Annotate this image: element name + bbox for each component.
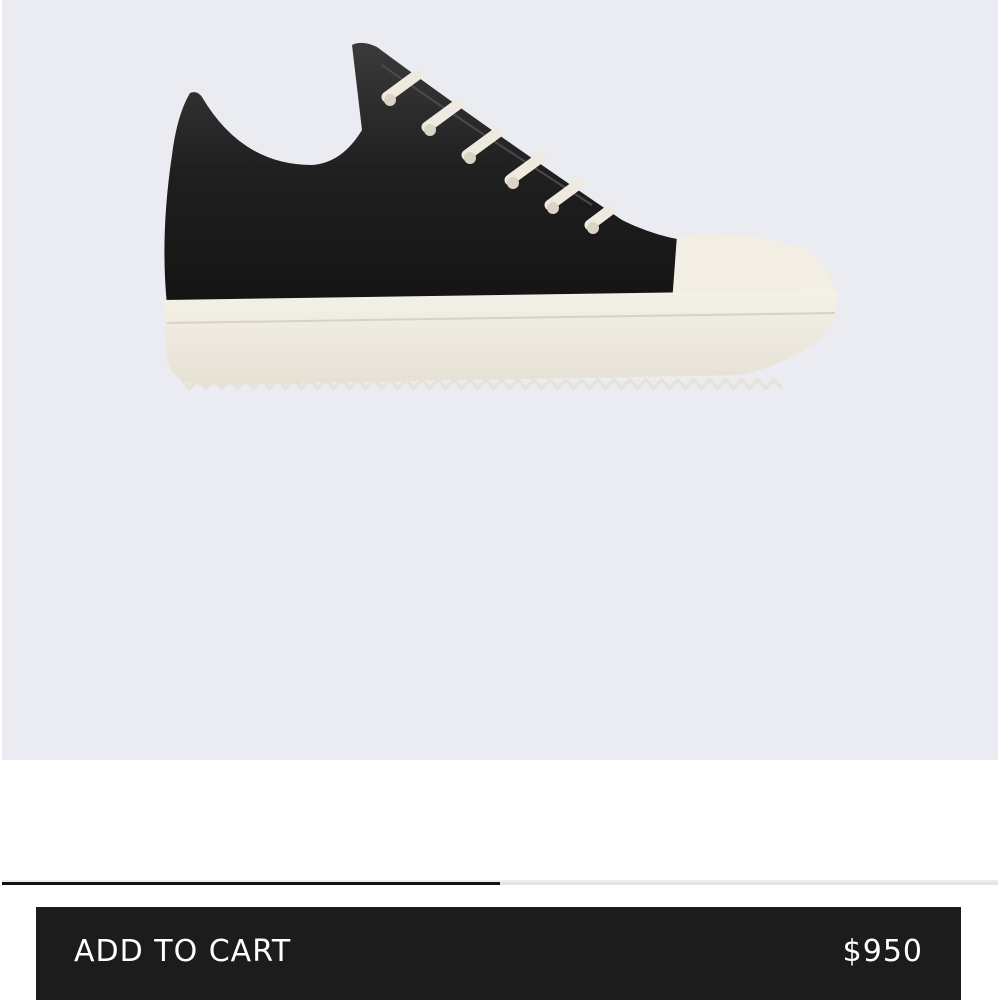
carousel-progress-bar bbox=[2, 882, 500, 885]
product-page: ADD TO CART $950 bbox=[0, 0, 1000, 1000]
sneaker-illustration bbox=[164, 42, 838, 391]
add-to-cart-button[interactable]: ADD TO CART $950 bbox=[36, 907, 961, 1000]
image-carousel-indicator bbox=[2, 882, 998, 885]
image-bottom-band bbox=[2, 760, 998, 880]
product-image[interactable] bbox=[2, 0, 998, 885]
price-label: $950 bbox=[842, 934, 923, 969]
add-to-cart-label: ADD TO CART bbox=[74, 934, 292, 969]
